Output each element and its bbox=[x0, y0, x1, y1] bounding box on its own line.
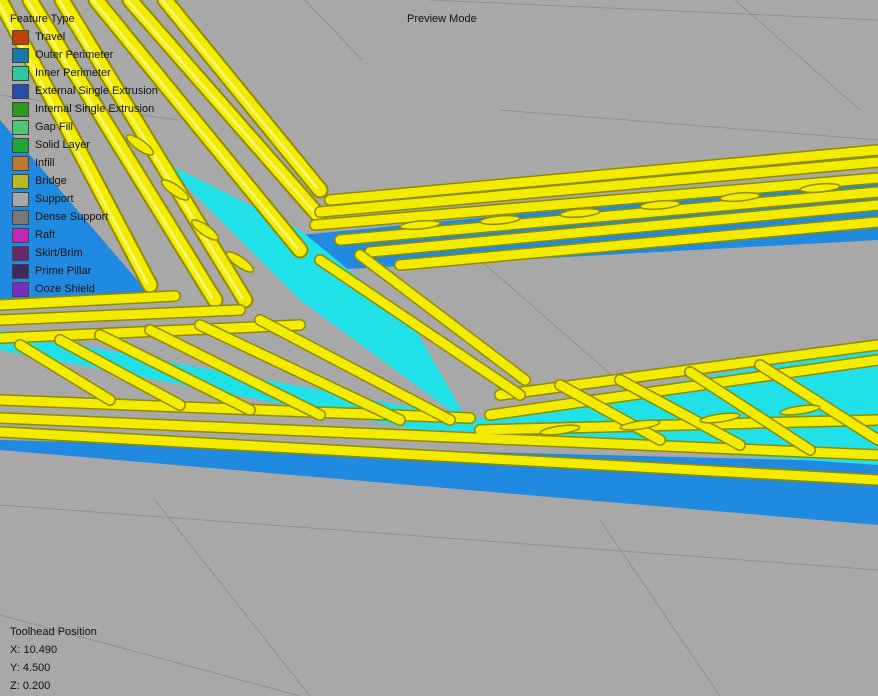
legend-item: Prime Pillar bbox=[10, 262, 158, 280]
legend-label: Skirt/Brim bbox=[35, 247, 83, 259]
legend-swatch bbox=[12, 101, 29, 117]
legend-swatch bbox=[12, 227, 29, 243]
toolhead-title: Toolhead Position bbox=[10, 626, 97, 638]
legend-item: Skirt/Brim bbox=[10, 244, 158, 262]
legend-item: Outer Perimeter bbox=[10, 46, 158, 64]
legend-label: Solid Layer bbox=[35, 139, 91, 151]
legend-label: Prime Pillar bbox=[35, 265, 92, 277]
legend-label: Support bbox=[35, 193, 74, 205]
legend-swatch bbox=[12, 83, 29, 99]
legend-item: External Single Extrusion bbox=[10, 82, 158, 100]
legend-label: Raft bbox=[35, 229, 56, 241]
toolhead-position: Toolhead Position X: 10.490 Y: 4.500 Z: … bbox=[10, 623, 97, 695]
legend-label: External Single Extrusion bbox=[35, 85, 158, 97]
legend-item: Dense Support bbox=[10, 208, 158, 226]
legend-swatch bbox=[12, 173, 29, 189]
legend-item: Solid Layer bbox=[10, 136, 158, 154]
preview-viewport[interactable]: Feature Type Travel Outer Perimeter Inner … bbox=[0, 0, 878, 696]
legend-items: Travel Outer Perimeter Inner Perimeter Exte… bbox=[10, 28, 158, 298]
legend-title: Feature Type bbox=[10, 13, 75, 25]
legend-item: Raft bbox=[10, 226, 158, 244]
legend-label: Bridge bbox=[35, 175, 67, 187]
legend-label: Ooze Shield bbox=[35, 283, 95, 295]
legend-swatch bbox=[12, 47, 29, 63]
legend-label: Outer Perimeter bbox=[35, 49, 114, 61]
legend-label: Infill bbox=[35, 157, 55, 169]
toolhead-x: X: 10.490 bbox=[10, 644, 58, 656]
legend-label: Travel bbox=[35, 31, 66, 43]
legend-swatch bbox=[12, 263, 29, 279]
legend-swatch bbox=[12, 209, 29, 225]
upper-right-arm-extrusions bbox=[309, 144, 878, 271]
legend-label: Gap Fill bbox=[35, 121, 73, 133]
legend-item: Travel bbox=[10, 28, 158, 46]
legend-label: Dense Support bbox=[35, 211, 109, 223]
legend-label: Inner Perimeter bbox=[35, 67, 111, 79]
preview-mode-label: Preview Mode bbox=[407, 13, 477, 25]
legend-swatch bbox=[12, 245, 29, 261]
legend-item: Inner Perimeter bbox=[10, 64, 158, 82]
legend-swatch bbox=[12, 281, 29, 297]
legend-item: Bridge bbox=[10, 172, 158, 190]
legend-item: Support bbox=[10, 190, 158, 208]
toolhead-y: Y: 4.500 bbox=[10, 662, 51, 674]
legend-item: Ooze Shield bbox=[10, 280, 158, 298]
legend-swatch bbox=[12, 119, 29, 135]
legend-label: Internal Single Extrusion bbox=[35, 103, 155, 115]
feature-type-legend: Feature Type Travel Outer Perimeter Inner … bbox=[10, 10, 158, 298]
legend-item: Gap Fill bbox=[10, 118, 158, 136]
legend-item: Internal Single Extrusion bbox=[10, 100, 158, 118]
legend-swatch bbox=[12, 191, 29, 207]
toolhead-z: Z: 0.200 bbox=[10, 680, 51, 692]
legend-swatch bbox=[12, 155, 29, 171]
legend-swatch bbox=[12, 137, 29, 153]
legend-item: Infill bbox=[10, 154, 158, 172]
legend-swatch bbox=[12, 29, 29, 45]
legend-swatch bbox=[12, 65, 29, 81]
